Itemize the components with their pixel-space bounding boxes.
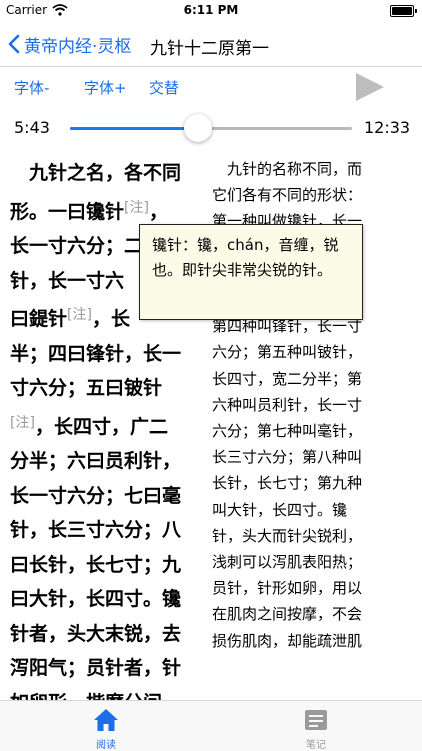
original-line-text: 长一寸六分；二 <box>10 235 144 257</box>
original-line-tail: ，长 <box>91 308 130 330</box>
chevron-left-icon <box>8 34 20 54</box>
back-button[interactable]: 黄帝内经·灵枢 <box>8 32 132 57</box>
original-line-text: 寸六分；五曰铍针 <box>10 377 163 399</box>
translation-line: 六分；第五种叫铍针， <box>212 343 363 362</box>
tab-read[interactable]: 阅读 <box>66 705 146 751</box>
translation-line: 长三寸六分；第八种叫 <box>212 448 363 467</box>
slider-thumb[interactable] <box>184 114 213 142</box>
tab-read-label: 阅读 <box>96 740 116 751</box>
original-line: 曰大针，长四寸。镵 <box>10 582 202 617</box>
elapsed-time: 5:43 <box>14 118 50 137</box>
annotation-marker[interactable]: [注] <box>10 415 35 431</box>
original-line: 长一寸六分；七曰毫 <box>10 479 202 514</box>
translation-line: 浅刺可以泻肌表阳热； <box>212 553 363 572</box>
original-line: 分半；六曰员利针， <box>10 444 202 479</box>
original-line: 如卵形，揩摩分间， <box>10 686 202 701</box>
progress-slider[interactable] <box>70 114 352 142</box>
font-decrease-button[interactable]: 字体- <box>14 77 49 98</box>
original-line-text: 九针之名，各不同 <box>10 162 182 184</box>
translation-line: 六分；第七种叫毫针， <box>212 422 363 441</box>
original-line-text: ，长四寸，广二 <box>34 415 168 438</box>
original-line-text: 针，长一寸六 <box>10 269 125 292</box>
original-line: 针者，头大末锐，去 <box>10 617 202 652</box>
back-label: 黄帝内经·灵枢 <box>24 36 132 57</box>
original-line-text: 长一寸六分；七曰毫 <box>10 484 182 507</box>
translation-line: 长针，长七寸；第九种 <box>212 474 363 493</box>
translation-line: 叫大针，长四寸。镵 <box>212 500 348 519</box>
battery-icon <box>390 5 417 17</box>
annotation-popup: 镵针：镵，chán，音缠，锐也。即针尖非常尖锐的针。 <box>139 224 363 320</box>
progress-fill <box>70 127 199 130</box>
translation-line: 员针，针形如卵，用以 <box>212 579 363 598</box>
original-line-text: 泻阳气；员针者，针 <box>10 657 182 679</box>
home-icon <box>94 709 118 731</box>
status-time: 6:11 PM <box>183 3 239 17</box>
reading-toolbar: 字体- 字体+ 交替 <box>0 67 422 107</box>
annotation-marker[interactable]: [注] <box>67 307 92 323</box>
original-line-text: 曰长针，长七寸；九 <box>10 553 182 576</box>
translation-line: 九针的名称不同，而 <box>212 160 363 178</box>
original-line-text: 如卵形，揩摩分间， <box>10 692 181 701</box>
annotation-marker[interactable]: [注] <box>124 200 149 216</box>
original-line-text: 分半；六曰员利针， <box>10 450 182 472</box>
original-line: 泻阳气；员针者，针 <box>10 651 202 686</box>
total-time: 12:33 <box>364 118 411 137</box>
original-line-text: 曰大针，长四寸。镵 <box>10 588 182 610</box>
audio-player: 5:43 12:33 <box>0 108 422 148</box>
translation-line: 针，头大而针尖锐利， <box>212 526 363 545</box>
alternate-button[interactable]: 交替 <box>149 77 179 98</box>
page-title: 九针十二原第一 <box>150 39 269 59</box>
tab-bar: 阅读 笔记 <box>0 700 422 751</box>
notebook-icon <box>305 710 327 730</box>
original-line-text: 形。一曰镵针 <box>10 200 125 223</box>
translation-line: 损伤肌肉，却能疏泄肌 <box>212 631 363 650</box>
translation-line: 长四寸，宽二分半；第 <box>212 369 363 388</box>
original-line: 九针之名，各不同 <box>10 156 202 191</box>
original-line-text: 曰鍉针 <box>10 308 68 330</box>
tab-notes-label: 笔记 <box>306 740 326 751</box>
original-line-text: 半；四曰锋针，长一 <box>10 342 182 365</box>
annotation-text: 镵针：镵，chán，音缠，锐也。即针尖非常尖锐的针。 <box>152 236 339 279</box>
original-line: 曰长针，长七寸；九 <box>10 548 202 583</box>
translation-line: 在肌肉之间按摩，不会 <box>212 605 363 624</box>
original-line-text: 针，长三寸六分；八 <box>10 519 182 541</box>
original-line: 针，长三寸六分；八 <box>10 513 202 548</box>
original-line-text: 针者，头大末锐，去 <box>10 622 182 645</box>
translation-line: 它们各有不同的形状： <box>212 186 363 205</box>
font-increase-button[interactable]: 字体+ <box>84 77 127 98</box>
original-line: 半；四曰锋针，长一 <box>10 337 202 372</box>
translation-line: 六种叫员利针，长一寸 <box>212 395 363 414</box>
original-line: 寸六分；五曰铍针 <box>10 371 202 406</box>
original-line-tail: ， <box>148 200 168 223</box>
tab-notes[interactable]: 笔记 <box>276 705 356 751</box>
status-bar: Carrier 6:11 PM <box>0 0 422 22</box>
navigation-bar: 黄帝内经·灵枢 九针十二原第一 <box>0 22 422 67</box>
original-line: [注]，长四寸，广二 <box>10 406 202 445</box>
play-icon[interactable] <box>354 71 386 103</box>
